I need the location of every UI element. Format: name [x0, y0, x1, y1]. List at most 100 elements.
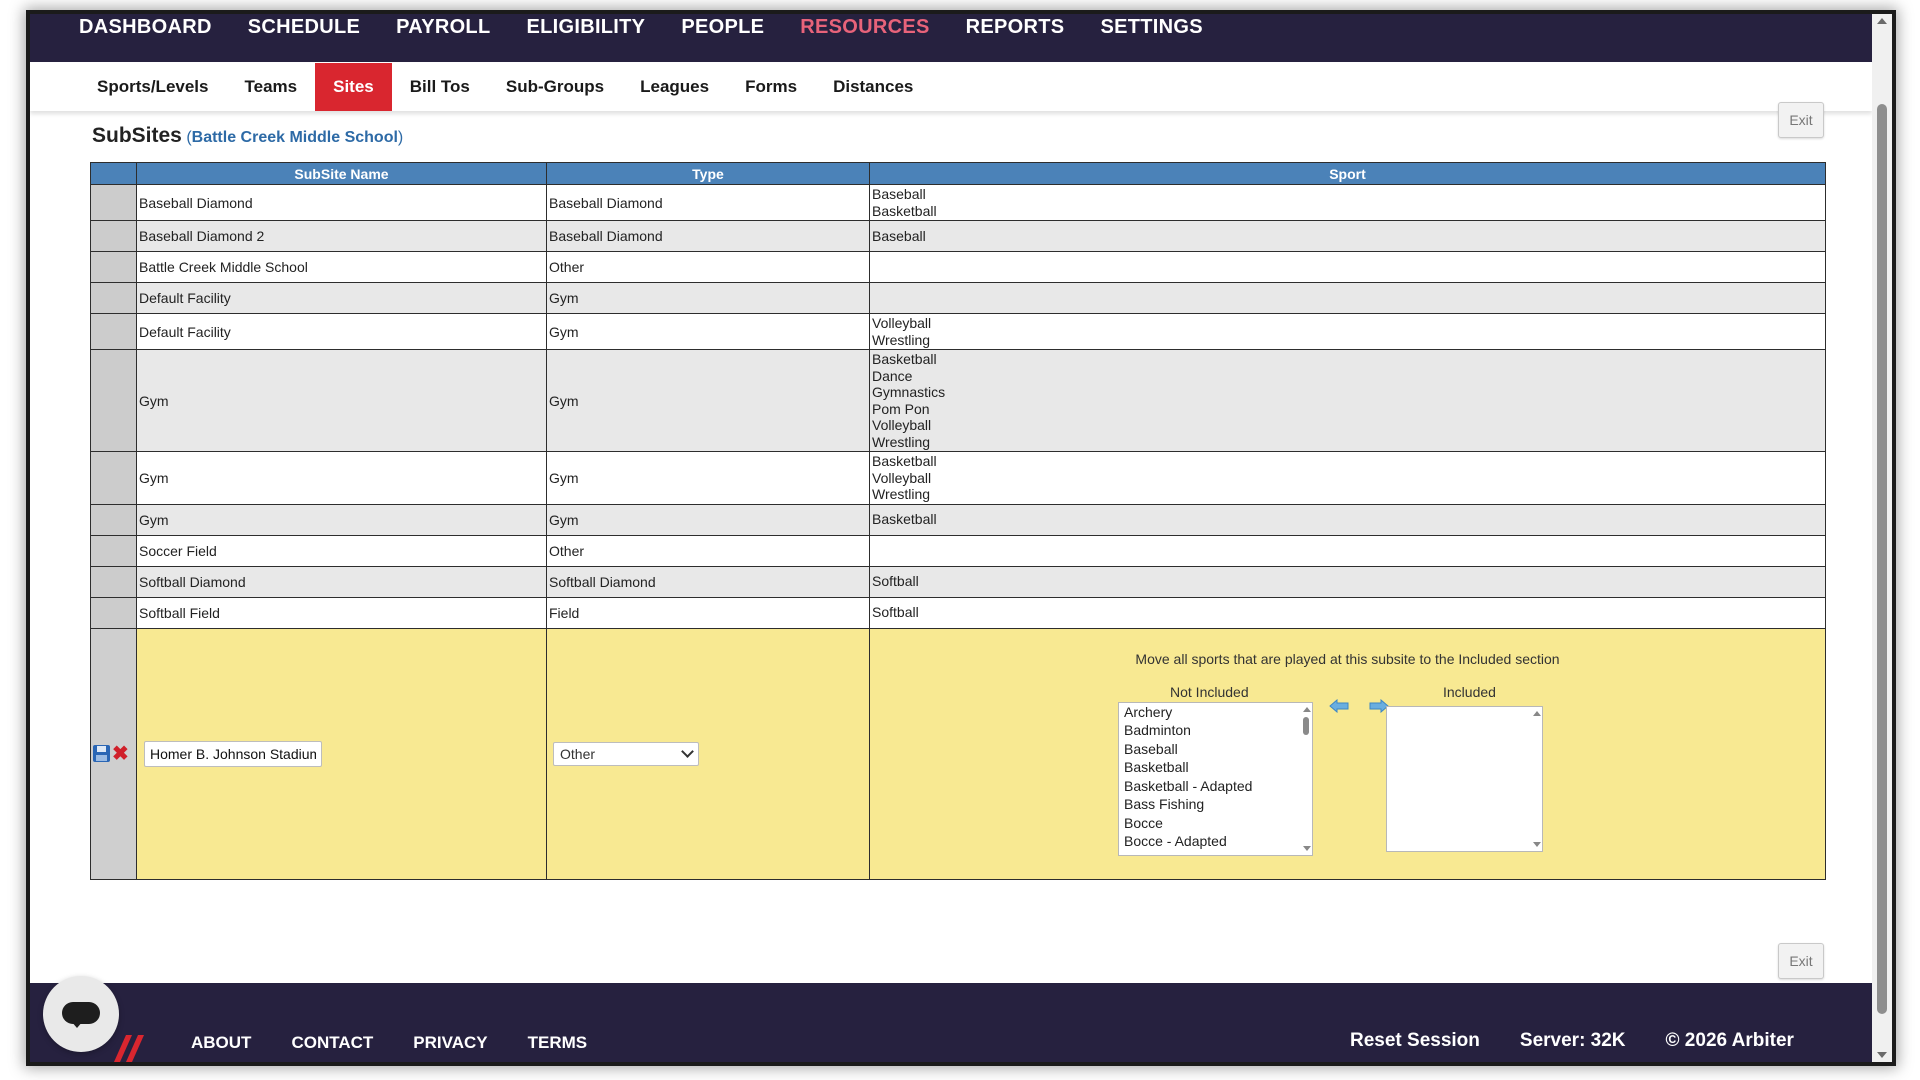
table-row[interactable]: Gym Gym Basketball Volleyball Wrestling [90, 451, 1826, 505]
footer-link-contact[interactable]: CONTACT [291, 1033, 373, 1053]
chat-icon [62, 1002, 100, 1028]
tab-teams[interactable]: Teams [227, 63, 316, 111]
row-handle[interactable] [90, 534, 137, 567]
subsite-name-input[interactable] [144, 740, 322, 767]
included-listbox[interactable] [1386, 705, 1543, 852]
row-handle[interactable] [90, 251, 137, 283]
table-row[interactable]: Soccer Field Other [90, 534, 1826, 567]
row-handle[interactable] [90, 184, 137, 221]
tab-bill-tos[interactable]: Bill Tos [392, 63, 488, 111]
reset-session-link[interactable]: Reset Session [1350, 1030, 1480, 1052]
scroll-down-arrow-icon[interactable] [1303, 845, 1311, 851]
table-row[interactable]: Battle Creek Middle School Other [90, 251, 1826, 283]
sport-name: Pom Pon [872, 400, 930, 417]
subsite-name-cell: Default Facility [136, 313, 547, 350]
sport-name: Wrestling [872, 433, 931, 450]
sport-name: Softball [872, 573, 919, 590]
resources-subnav: Sports/Levels Teams Sites Bill Tos Sub-Group… [30, 63, 1872, 111]
footer-link-privacy[interactable]: PRIVACY [413, 1033, 487, 1053]
row-handle[interactable] [90, 220, 137, 252]
listbox-scrollbar[interactable] [1300, 703, 1312, 855]
sport-cell [869, 282, 1826, 314]
table-row[interactable]: Softball Field Field Softball [90, 596, 1826, 629]
type-cell: Field [546, 596, 870, 629]
sport-name: Gymnastics [872, 384, 946, 400]
nav-people[interactable]: PEOPLE [681, 14, 764, 40]
footer-link-terms[interactable]: TERMS [528, 1033, 588, 1053]
page-scrollbar[interactable] [1872, 14, 1892, 1062]
subsite-name-cell: Gym [136, 503, 547, 536]
row-handle[interactable] [90, 349, 137, 452]
table-row[interactable]: Baseball Diamond Baseball Diamond Baseball… [90, 184, 1826, 221]
sport-cell: Baseball Basketball [869, 184, 1826, 221]
subsite-name-cell: Baseball Diamond 2 [136, 220, 547, 252]
row-handle[interactable] [90, 596, 137, 629]
sport-name: Basketball [872, 351, 937, 367]
scroll-down-arrow-icon[interactable] [1877, 1052, 1887, 1058]
exit-button-top[interactable]: Exit [1778, 102, 1824, 138]
scroll-up-arrow-icon[interactable] [1533, 710, 1541, 716]
not-included-listbox[interactable]: Archery Badminton Baseball Basketball Basket… [1118, 701, 1313, 856]
type-cell: Other [546, 534, 870, 567]
scrollbar-thumb[interactable] [1877, 104, 1887, 1014]
tab-sub-groups[interactable]: Sub-Groups [488, 63, 622, 111]
table-row[interactable]: Baseball Diamond 2 Baseball Diamond Baseba… [90, 220, 1826, 252]
scroll-up-arrow-icon[interactable] [1877, 18, 1887, 24]
list-item[interactable]: Bocce [1119, 814, 1312, 833]
list-item[interactable]: Bass Fishing [1119, 795, 1312, 814]
exit-button-bottom[interactable]: Exit [1778, 943, 1824, 979]
listbox-scroll-thumb[interactable] [1303, 716, 1309, 735]
list-item[interactable]: Archery [1119, 703, 1312, 722]
row-handle[interactable] [90, 565, 137, 598]
subsite-name-cell: Gym [136, 451, 547, 505]
table-row[interactable]: Gym Gym Basketball Dance Gymnastics Pom Pon Vo… [90, 349, 1826, 452]
table-row[interactable]: Default Facility Gym Volleyball Wrestling [90, 313, 1826, 350]
list-item[interactable]: Basketball - Adapted [1119, 777, 1312, 796]
scroll-down-arrow-icon[interactable] [1533, 841, 1541, 847]
sport-name: Softball [872, 604, 919, 621]
list-item[interactable]: Basketball [1119, 758, 1312, 777]
nav-eligibility[interactable]: ELIGIBILITY [526, 14, 645, 40]
sport-cell: Volleyball Wrestling [869, 313, 1826, 350]
scroll-up-arrow-icon[interactable] [1303, 706, 1311, 712]
nav-reports[interactable]: REPORTS [966, 14, 1065, 40]
subsite-name-cell: Baseball Diamond [136, 184, 547, 221]
nav-resources[interactable]: RESOURCES [800, 14, 929, 40]
row-handle[interactable] [90, 451, 137, 505]
chat-button[interactable] [43, 976, 119, 1052]
list-item[interactable]: Badminton [1119, 721, 1312, 740]
parent-site-link[interactable]: Battle Creek Middle School [192, 129, 398, 146]
row-handle[interactable] [90, 282, 137, 314]
table-row[interactable]: Gym Gym Basketball [90, 503, 1826, 536]
type-select[interactable]: Other [553, 741, 699, 766]
save-icon[interactable] [93, 745, 110, 762]
table-row[interactable]: Default Facility Gym [90, 282, 1826, 314]
table-row[interactable]: Softball Diamond Softball Diamond Softball [90, 565, 1826, 598]
sport-cell: Softball [869, 596, 1826, 629]
list-item[interactable]: Bocce - Adapted [1119, 832, 1312, 851]
handle-header [90, 162, 137, 185]
page-title: SubSites [92, 124, 182, 147]
type-cell: Softball Diamond [546, 565, 870, 598]
nav-dashboard[interactable]: DASHBOARD [79, 14, 212, 40]
row-handle[interactable] [90, 503, 137, 536]
nav-settings[interactable]: SETTINGS [1100, 14, 1202, 40]
sport-name: Dance [872, 367, 913, 384]
nav-schedule[interactable]: SCHEDULE [248, 14, 360, 40]
tab-distances[interactable]: Distances [815, 63, 931, 111]
move-left-arrow-icon[interactable] [1329, 698, 1349, 713]
tab-sites[interactable]: Sites [315, 63, 392, 111]
footer-link-about[interactable]: ABOUT [191, 1033, 251, 1053]
tab-leagues[interactable]: Leagues [622, 63, 727, 111]
sport-cell [869, 534, 1826, 567]
edit-row-actions: ✖ [90, 627, 137, 880]
list-item[interactable]: Baseball [1119, 740, 1312, 759]
nav-payroll[interactable]: PAYROLL [396, 14, 490, 40]
listbox-scrollbar[interactable] [1530, 707, 1542, 851]
tab-sports-levels[interactable]: Sports/Levels [79, 63, 227, 111]
row-handle[interactable] [90, 313, 137, 350]
type-cell: Gym [546, 282, 870, 314]
tab-forms[interactable]: Forms [727, 63, 815, 111]
delete-icon[interactable]: ✖ [112, 744, 129, 764]
type-cell: Gym [546, 313, 870, 350]
